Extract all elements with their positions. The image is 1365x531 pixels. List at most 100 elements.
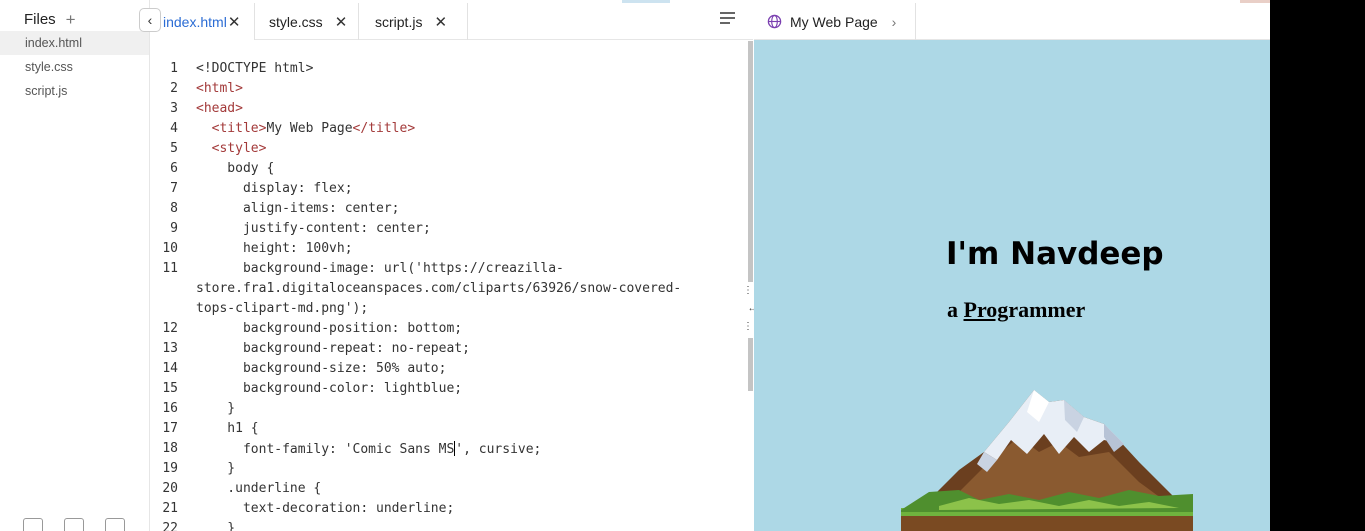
code-text: h1 {	[196, 421, 259, 436]
file-item-script[interactable]: script.js	[0, 79, 149, 103]
code-line[interactable]: <style>	[196, 141, 267, 156]
code-line[interactable]: store.fra1.digitaloceanspaces.com/clipar…	[196, 281, 681, 296]
code-text: .underline {	[196, 481, 322, 496]
line-number: 14	[162, 361, 178, 376]
code-line[interactable]: background-position: bottom;	[196, 321, 462, 336]
code-line[interactable]: <!DOCTYPE html>	[196, 61, 313, 76]
code-text: tops-clipart-md.png');	[196, 301, 369, 316]
code-line[interactable]: }	[196, 401, 235, 416]
subheading-rest: rammer	[1008, 297, 1086, 322]
code-line[interactable]: <head>	[196, 101, 243, 116]
code-text: background-color: lightblue;	[196, 381, 463, 396]
tab-label: style.css	[269, 13, 323, 30]
collapse-icon[interactable]	[23, 518, 43, 531]
chevron-left-icon[interactable]: ‹	[139, 8, 161, 32]
tab-index-html[interactable]: index.html ✕	[150, 3, 255, 40]
line-number: 12	[162, 321, 178, 336]
code-line[interactable]: background-repeat: no-repeat;	[196, 341, 470, 356]
add-icon[interactable]	[105, 518, 125, 531]
file-item-index[interactable]: index.html	[0, 31, 149, 55]
code-line[interactable]: height: 100vh;	[196, 241, 353, 256]
code-text: }	[196, 521, 236, 531]
files-header: Files +	[24, 11, 76, 28]
tab-script-js[interactable]: script.js ✕	[360, 3, 468, 40]
code-line[interactable]: display: flex;	[196, 181, 353, 196]
preview-heading: I'm Navdeep	[946, 236, 1164, 272]
menu-lines-icon[interactable]	[720, 12, 735, 24]
code-line[interactable]: font-family: 'Comic Sans MS', cursive;	[196, 441, 541, 457]
code-line[interactable]: tops-clipart-md.png');	[196, 301, 368, 316]
code-editor[interactable]: 1 <!DOCTYPE html> 2 <html> 3 <head> 4 <title>M…	[150, 41, 753, 531]
code-line[interactable]: align-items: center;	[196, 201, 400, 216]
subheading-underlined: Prog	[963, 297, 1009, 322]
fullscreen-icon[interactable]	[64, 518, 84, 531]
code-line[interactable]: }	[196, 521, 235, 531]
code-line[interactable]: background-image: url('https://creazilla…	[196, 261, 564, 276]
code-tag: <title>	[211, 121, 267, 136]
snow-mountain-image	[901, 390, 1193, 531]
close-icon[interactable]: ✕	[228, 13, 241, 31]
chevron-right-icon[interactable]: ›	[892, 14, 897, 30]
code-text: height: 100vh;	[196, 241, 353, 256]
line-number: 5	[170, 141, 178, 156]
line-number: 17	[162, 421, 178, 436]
code-playground: Files + index.html style.css script.js i…	[0, 0, 1270, 531]
preview-tab[interactable]: My Web Page ›	[754, 3, 916, 40]
code-text: display: flex;	[196, 181, 353, 196]
preview-header: My Web Page ›	[754, 3, 1270, 40]
code-tag: <style>	[211, 141, 267, 156]
subheading-prefix: a	[947, 297, 964, 322]
close-icon[interactable]: ✕	[335, 13, 348, 31]
file-sidebar: Files + index.html style.css script.js	[0, 0, 150, 531]
code-line[interactable]: background-color: lightblue;	[196, 381, 462, 396]
code-tag: <head>	[196, 101, 243, 116]
code-text: font-family: 'Comic Sans MS	[196, 442, 455, 457]
code-line[interactable]: background-size: 50% auto;	[196, 361, 447, 376]
code-text: store.fra1.digitaloceanspaces.com/clipar…	[196, 281, 682, 296]
code-line[interactable]: <html>	[196, 81, 243, 96]
code-text: background-repeat: no-repeat;	[196, 341, 470, 356]
code-line[interactable]: justify-content: center;	[196, 221, 431, 236]
tab-label: script.js	[375, 13, 423, 30]
line-number: 6	[170, 161, 178, 176]
line-number: 1	[170, 61, 178, 76]
code-line[interactable]: }	[196, 461, 235, 476]
line-number: 4	[170, 121, 178, 136]
tab-label: index.html	[163, 13, 227, 30]
code-text: background-position: bottom;	[196, 321, 463, 336]
line-number: 13	[162, 341, 178, 356]
line-number: 3	[170, 101, 178, 116]
code-line[interactable]: text-decoration: underline;	[196, 501, 454, 516]
code-line[interactable]: .underline {	[196, 481, 321, 496]
close-icon[interactable]: ✕	[434, 13, 447, 31]
editor-scrollbar[interactable]	[748, 41, 753, 391]
files-title: Files	[24, 11, 56, 28]
code-tag: </title>	[352, 121, 416, 136]
web-preview: I'm Navdeep a Programmer	[754, 40, 1270, 531]
line-number: 10	[162, 241, 178, 256]
line-number: 2	[170, 81, 178, 96]
code-line[interactable]: <title>My Web Page</title>	[196, 121, 416, 136]
line-number: 18	[162, 441, 178, 456]
line-number: 19	[162, 461, 178, 476]
code-text: align-items: center;	[196, 201, 400, 216]
code-text: My Web Page	[266, 121, 353, 136]
code-text: }	[196, 461, 236, 476]
code-text: ', cursive;	[455, 442, 542, 457]
line-number: 15	[162, 381, 178, 396]
tab-style-css[interactable]: style.css ✕	[256, 3, 359, 40]
preview-subheading: a Programmer	[947, 297, 1085, 323]
code-line[interactable]: h1 {	[196, 421, 259, 436]
code-text: body {	[196, 161, 275, 176]
file-item-style[interactable]: style.css	[0, 55, 149, 79]
code-tag: <html>	[196, 81, 243, 96]
preview-title: My Web Page	[790, 13, 878, 30]
line-number: 11	[162, 261, 178, 276]
line-number: 16	[162, 401, 178, 416]
plus-icon[interactable]: +	[66, 11, 76, 28]
line-number: 8	[170, 201, 178, 216]
line-number: 20	[162, 481, 178, 496]
code-text: background-size: 50% auto;	[196, 361, 447, 376]
code-line[interactable]: body {	[196, 161, 274, 176]
